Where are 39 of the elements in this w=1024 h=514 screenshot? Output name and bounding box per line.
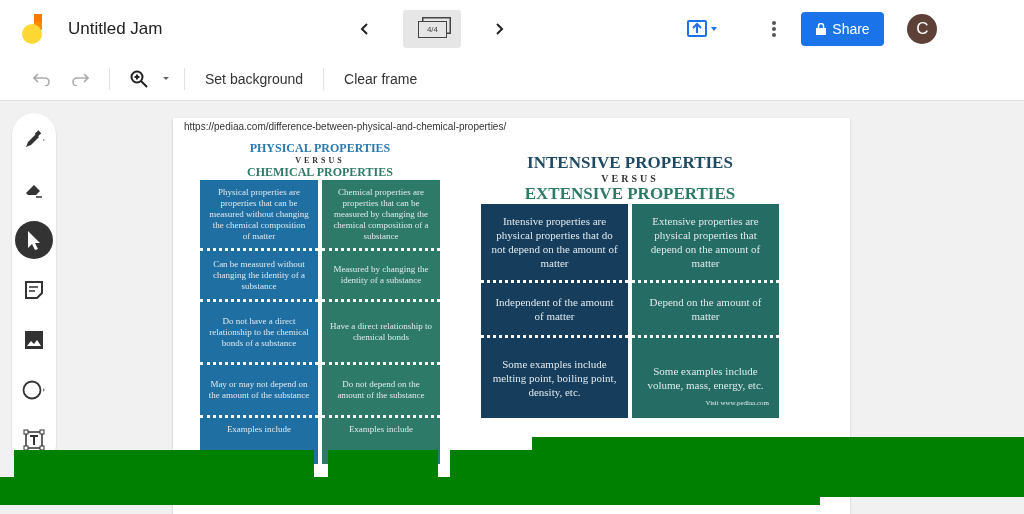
toolbar-button[interactable]: Set background <box>199 71 310 87</box>
frame-counter-button[interactable]: 4/4 <box>403 10 462 48</box>
versus-label: VERSUS <box>295 156 345 165</box>
image-icon[interactable] <box>25 331 43 349</box>
caret-icon[interactable] <box>162 76 170 82</box>
infographic-title: PHYSICAL PROPERTIES <box>249 141 391 156</box>
comparison-text: Measured by changing the identity of a substance <box>332 264 430 286</box>
more-options-icon[interactable] <box>771 20 778 38</box>
pointer-icon[interactable] <box>26 230 42 250</box>
pen-icon[interactable] <box>23 130 45 150</box>
infographic-title: EXTENSIVE PROPERTIES <box>524 184 736 204</box>
comparison-text: May or may not depend on the amount of the substance <box>208 379 310 401</box>
comparison-text: Depend on the amount of matter <box>648 295 763 323</box>
comparison-text: Can be measured without changing the identity of a substance <box>212 258 306 292</box>
toolbar-button[interactable]: Clear frame <box>338 71 424 87</box>
zoom-icon[interactable] <box>130 70 148 88</box>
sticky-note-icon[interactable] <box>25 281 43 299</box>
comparison-text: Do not depend on the amount of the substance <box>336 379 426 401</box>
comparison-text: Extensive properties are physical properties that depend on the amount of matter <box>649 214 762 270</box>
comparison-text: Some examples include melting point, boiling point, density, etc. <box>491 357 618 399</box>
comparison-text: Examples include <box>226 424 292 435</box>
comparison-text: Chemical properties are properties that can be measured by changing the chemical composition of a substance <box>332 186 430 242</box>
share-button[interactable]: Share <box>801 12 885 46</box>
account-avatar[interactable]: C <box>907 14 938 44</box>
infographic-title: CHEMICAL PROPERTIES <box>247 165 393 180</box>
comparison-text: Intensive properties are physical properties that do not depend on the amount of matter <box>491 214 618 270</box>
infographic-title: INTENSIVE PROPERTIES <box>527 153 733 173</box>
comparison-text: Physical properties are properties that can be measured without changing the chemical composition of matter <box>208 186 310 242</box>
circle-icon[interactable] <box>22 380 46 400</box>
text-box-icon[interactable] <box>23 429 45 451</box>
source-url: https://pediaa.com/difference-between-physical-and-chemical-properties/ <box>183 120 508 132</box>
comparison-text: Have a direct relationship to chemical bonds <box>330 321 432 343</box>
comparison-text: Examples include <box>348 424 414 435</box>
versus-label: VERSUS <box>601 173 659 184</box>
comparison-text: Independent of the amount of matter <box>494 295 615 323</box>
document-title[interactable]: Untitled Jam <box>68 19 163 39</box>
comparison-text: Some examples include volume, mass, energy, etc. <box>646 364 765 392</box>
comparison-text: Do not have a direct relationship to the chemical bonds of a substance <box>208 315 310 349</box>
lock-icon <box>816 23 827 35</box>
